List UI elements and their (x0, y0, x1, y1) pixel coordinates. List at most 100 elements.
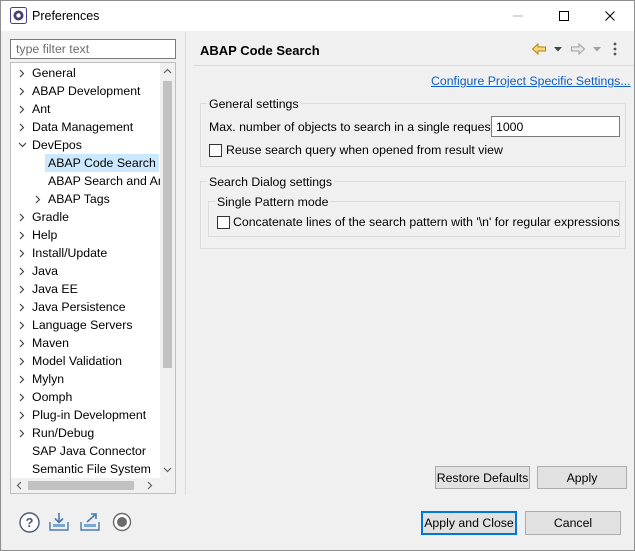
back-menu-chevron-down-icon[interactable] (553, 39, 563, 59)
tree-item-label: Java (32, 264, 58, 278)
tree-item-label: Semantic File System (32, 462, 151, 476)
scroll-up-icon[interactable] (160, 63, 175, 79)
chevron-right-icon[interactable] (16, 388, 28, 406)
tree-item[interactable]: Run/Debug (11, 424, 161, 442)
tree-item[interactable]: Java (11, 262, 161, 280)
svg-text:?: ? (25, 515, 33, 530)
tree-item-label: Java Persistence (32, 300, 126, 314)
tree-item[interactable]: Oomph (11, 388, 161, 406)
tree-item[interactable]: Ant (11, 100, 161, 118)
page-title: ABAP Code Search (200, 43, 320, 58)
tree-items: General ABAP Development Ant Data Managemen… (11, 64, 161, 478)
filter-input[interactable] (10, 39, 176, 59)
chevron-right-icon[interactable] (16, 82, 28, 100)
horizontal-scroll-thumb[interactable] (28, 481, 134, 490)
tree-item-label: Help (32, 228, 58, 242)
tree-item[interactable]: General (11, 64, 161, 82)
tree-item[interactable]: Plug-in Development (11, 406, 161, 424)
tree-item[interactable]: Java Persistence (11, 298, 161, 316)
preferences-window: Preferences General ABAP Development Ant Da… (0, 0, 635, 551)
maximize-button[interactable] (541, 1, 587, 31)
tree-item-label: ABAP Tags (48, 192, 110, 206)
chevron-right-icon[interactable] (16, 370, 28, 388)
reuse-query-checkbox[interactable] (209, 144, 222, 157)
single-pattern-title: Single Pattern mode (215, 195, 331, 209)
chevron-right-icon[interactable] (16, 406, 28, 424)
chevron-down-icon[interactable] (16, 136, 28, 154)
tree-item[interactable]: ABAP Tags (11, 190, 161, 208)
tree-item[interactable]: Help (11, 226, 161, 244)
restore-defaults-button[interactable]: Restore Defaults (435, 466, 530, 489)
chevron-right-icon[interactable] (16, 226, 28, 244)
tree-item-label: Run/Debug (32, 426, 95, 440)
apply-and-close-button[interactable]: Apply and Close (421, 511, 517, 535)
forward-menu-chevron-down-icon[interactable] (592, 39, 602, 59)
chevron-right-icon[interactable] (16, 208, 28, 226)
chevron-right-icon[interactable] (16, 262, 28, 280)
tree-item[interactable]: ABAP Development (11, 82, 161, 100)
page-navigation (531, 39, 626, 59)
scroll-down-icon[interactable] (160, 462, 175, 478)
preferences-tree[interactable]: General ABAP Development Ant Data Managemen… (10, 62, 176, 494)
apply-button[interactable]: Apply (537, 466, 627, 489)
minimize-button[interactable] (495, 1, 541, 31)
tree-item-label: Language Servers (32, 318, 133, 332)
concatenate-lines-label: Concatenate lines of the search pattern … (233, 215, 620, 229)
cancel-button[interactable]: Cancel (525, 511, 621, 535)
chevron-right-icon[interactable] (16, 352, 28, 370)
tree-item[interactable]: Java EE (11, 280, 161, 298)
tree-item[interactable]: Semantic File System (11, 460, 161, 478)
tree-item-label: Mylyn (32, 372, 65, 386)
tree-item-label: Oomph (32, 390, 73, 404)
concatenate-lines-checkbox[interactable] (217, 216, 230, 229)
minimize-icon (513, 15, 523, 17)
tree-item[interactable]: ABAP Code Search (11, 154, 161, 172)
tree-item[interactable]: SAP Java Connector (11, 442, 161, 460)
vertical-scroll-thumb[interactable] (163, 81, 172, 368)
max-objects-input[interactable] (491, 116, 620, 137)
tree-item-label: Gradle (32, 210, 69, 224)
chevron-right-icon[interactable] (16, 316, 28, 334)
tree-item-label: Model Validation (32, 354, 123, 368)
tree-item[interactable]: Maven (11, 334, 161, 352)
tree-horizontal-scrollbar[interactable] (11, 478, 175, 493)
search-dialog-settings-title: Search Dialog settings (207, 175, 335, 189)
scroll-left-icon[interactable] (11, 478, 27, 493)
chevron-right-icon[interactable] (16, 298, 28, 316)
chevron-right-icon[interactable] (16, 424, 28, 442)
max-objects-label: Max. number of objects to search in a si… (209, 120, 495, 134)
close-button[interactable] (587, 1, 633, 31)
chevron-right-icon[interactable] (16, 334, 28, 352)
chevron-right-icon[interactable] (32, 190, 44, 208)
export-icon[interactable] (79, 511, 101, 533)
chevron-right-icon[interactable] (16, 64, 28, 82)
record-icon[interactable] (111, 511, 133, 533)
help-icon[interactable]: ? (18, 511, 40, 533)
pane-divider[interactable] (185, 32, 186, 495)
forward-icon[interactable] (570, 39, 586, 59)
chevron-right-icon[interactable] (16, 118, 28, 136)
tree-item[interactable]: Language Servers (11, 316, 161, 334)
tree-item-label: Data Management (32, 120, 134, 134)
chevron-right-icon[interactable] (16, 100, 28, 118)
chevron-right-icon[interactable] (16, 280, 28, 298)
tree-item-label: Ant (32, 102, 51, 116)
tree-item[interactable]: Gradle (11, 208, 161, 226)
tree-item-label: Java EE (32, 282, 78, 296)
view-menu-icon[interactable] (611, 39, 619, 59)
tree-vertical-scrollbar[interactable] (160, 63, 175, 478)
tree-item[interactable]: ABAP Search and Ana (11, 172, 161, 190)
tree-item[interactable]: Install/Update (11, 244, 161, 262)
tree-item[interactable]: Model Validation (11, 352, 161, 370)
back-icon[interactable] (531, 39, 547, 59)
configure-project-settings-link[interactable]: Configure Project Specific Settings... (431, 74, 631, 88)
tree-item[interactable]: Data Management (11, 118, 161, 136)
tree-item[interactable]: Mylyn (11, 370, 161, 388)
import-icon[interactable] (48, 511, 70, 533)
tree-item[interactable]: DevEpos (11, 136, 161, 154)
scroll-right-icon[interactable] (142, 478, 158, 493)
chevron-right-icon[interactable] (16, 244, 28, 262)
window-title: Preferences (32, 9, 100, 23)
tree-item-label: Install/Update (32, 246, 108, 260)
maximize-icon (559, 11, 569, 21)
